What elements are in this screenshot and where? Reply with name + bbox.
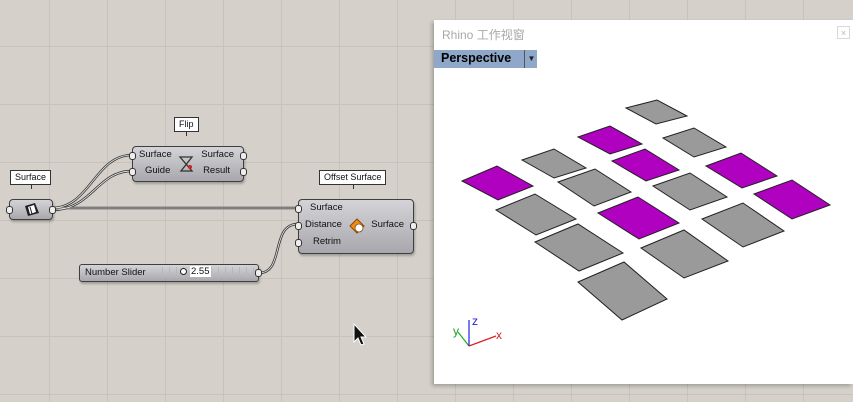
flip-surface-output-grip[interactable] xyxy=(240,152,247,160)
wire-slider-to-offset-distance xyxy=(257,222,300,275)
tile xyxy=(624,99,689,125)
number-slider-knob[interactable] xyxy=(180,268,187,275)
surface-param-tag: Surface xyxy=(10,170,52,189)
offset-input-retrim[interactable]: Retrim xyxy=(313,236,341,248)
flip-output-result[interactable]: Result xyxy=(203,165,230,177)
tile xyxy=(556,168,633,207)
offset-input-distance[interactable]: Distance xyxy=(305,219,342,231)
flip-output-surface[interactable]: Surface xyxy=(201,149,234,161)
tile xyxy=(576,125,644,155)
tile xyxy=(651,172,729,211)
tile xyxy=(494,193,578,236)
mouse-cursor-icon xyxy=(353,323,367,346)
offset-surface-icon xyxy=(349,218,365,234)
tile xyxy=(704,152,779,189)
surface-param-output-grip[interactable] xyxy=(49,206,56,214)
tile xyxy=(639,229,730,279)
tile xyxy=(533,223,625,272)
offset-retrim-input-grip[interactable] xyxy=(295,239,302,247)
flip-tag: Flip xyxy=(174,117,199,136)
flip-surface-input-grip[interactable] xyxy=(129,152,136,160)
flip-input-guide[interactable]: Guide xyxy=(145,165,170,177)
flip-result-output-grip[interactable] xyxy=(240,168,247,176)
number-slider-value: 2.55 xyxy=(190,266,211,277)
tile xyxy=(520,148,588,179)
flip-input-surface[interactable]: Surface xyxy=(139,149,172,161)
tile xyxy=(577,261,668,321)
offset-surface-component[interactable]: Surface Distance Retrim Surface xyxy=(295,199,417,254)
axis-y-label: y xyxy=(453,324,459,338)
tile xyxy=(610,148,681,182)
offset-output-surface[interactable]: Surface xyxy=(371,219,404,231)
number-slider-track[interactable]: 2.55 xyxy=(156,266,254,278)
flip-component[interactable]: Surface Guide Surface Result xyxy=(129,146,247,182)
wire-surface-to-flip-guide xyxy=(50,169,134,212)
tile xyxy=(752,179,832,220)
surface-param-icon xyxy=(25,203,39,216)
viewport-scene[interactable]: x y z xyxy=(434,20,853,384)
offset-input-surface[interactable]: Surface xyxy=(310,202,343,214)
flip-icon xyxy=(178,156,194,172)
tile xyxy=(661,127,728,158)
number-slider-label: Number Slider xyxy=(85,267,146,278)
tile xyxy=(700,202,786,248)
offset-surface-tag: Offset Surface xyxy=(319,170,387,189)
offset-surface-output-grip[interactable] xyxy=(410,222,417,230)
number-slider-output-grip[interactable] xyxy=(255,269,262,277)
axis-z-label: z xyxy=(472,314,478,328)
surface-param-component[interactable] xyxy=(6,199,56,220)
offset-distance-input-grip[interactable] xyxy=(295,222,302,230)
tile xyxy=(460,165,535,201)
axis-x-label: x xyxy=(496,328,502,342)
flip-guide-input-grip[interactable] xyxy=(129,168,136,176)
surface-param-input-grip[interactable] xyxy=(6,206,13,214)
offset-surface-input-grip[interactable] xyxy=(295,205,302,213)
number-slider[interactable]: Number Slider 2.55 xyxy=(79,264,262,282)
tile xyxy=(596,196,681,240)
rhino-viewport-window[interactable]: Rhino 工作视窗 × Perspective ▼ x y z xyxy=(434,20,853,384)
